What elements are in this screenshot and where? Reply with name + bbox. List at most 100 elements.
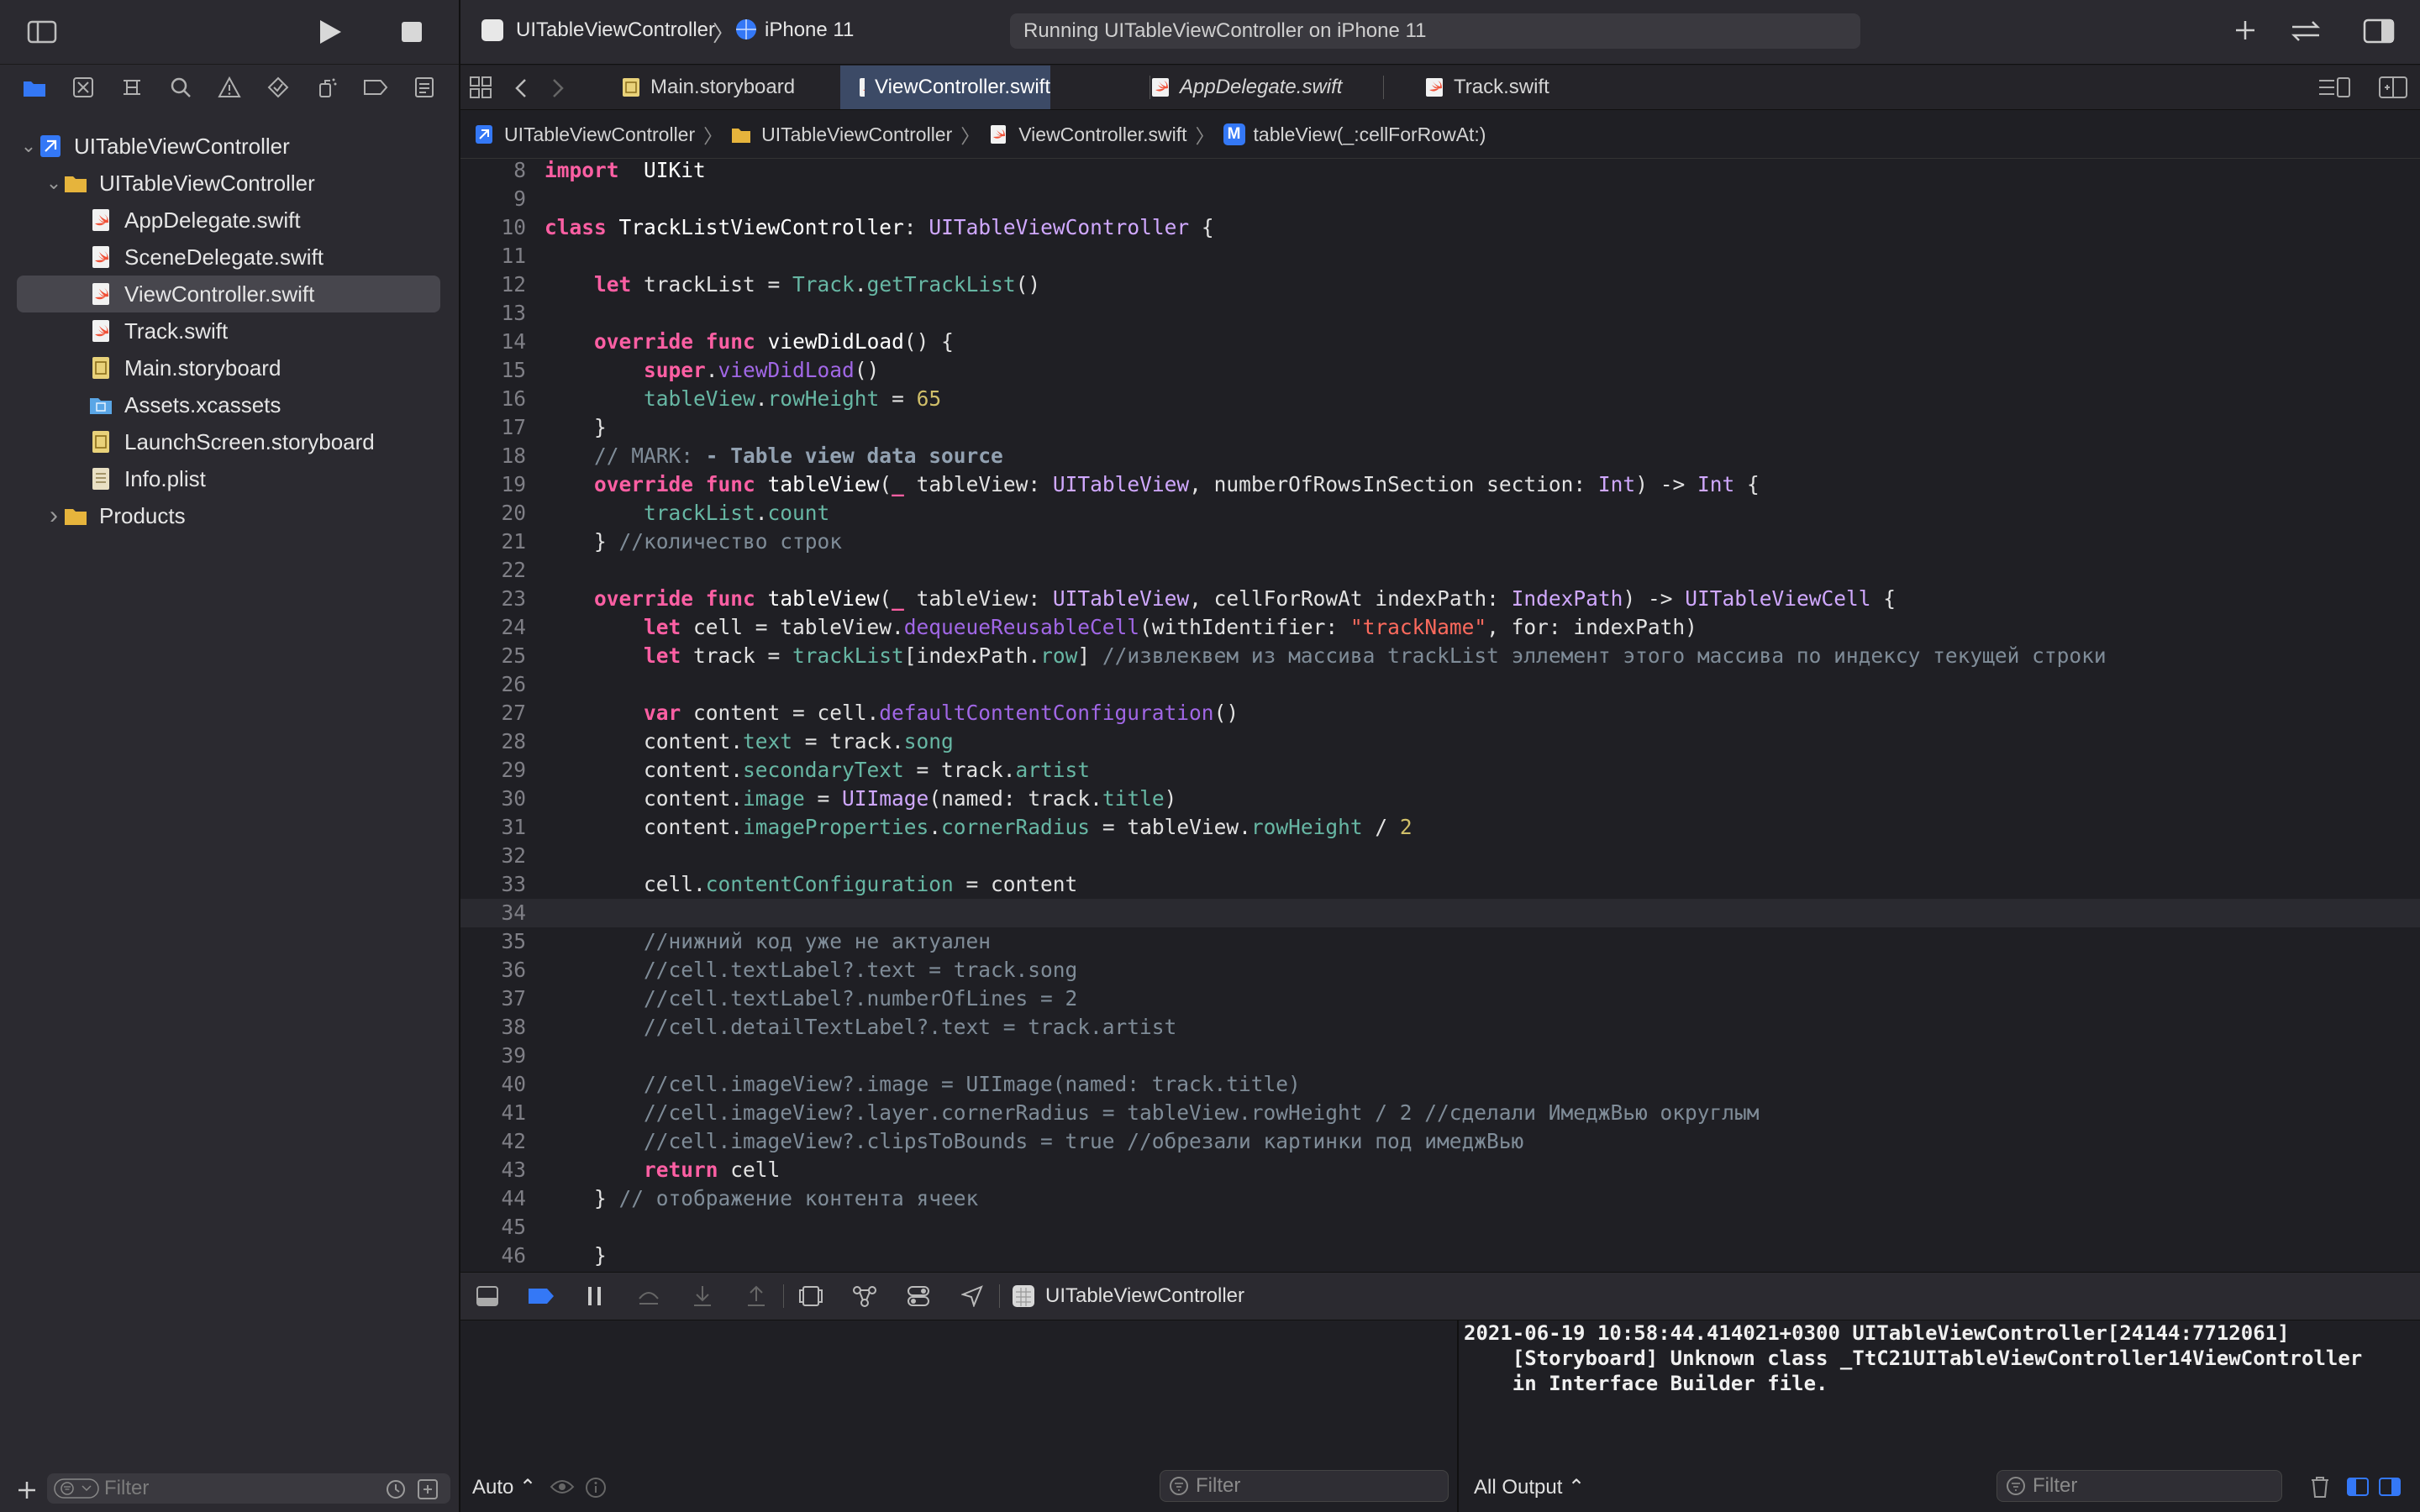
source-control-icon[interactable] — [66, 71, 100, 104]
debug-navigator-spray-icon[interactable] — [310, 71, 344, 104]
add-editor-split-icon[interactable] — [2378, 76, 2408, 99]
code-line[interactable]: 15 super.viewDidLoad() — [460, 356, 2420, 385]
step-into-icon[interactable] — [676, 1273, 729, 1320]
disclosure-expanded-icon[interactable]: ⌄ — [18, 135, 39, 157]
code-line[interactable]: 35 //нижний код уже не актуален — [460, 927, 2420, 956]
code-line[interactable]: 19 override func tableView(_ tableView: … — [460, 470, 2420, 499]
info-icon[interactable] — [585, 1477, 607, 1499]
variables-filter-field[interactable]: Filter — [1160, 1470, 1449, 1502]
code-line[interactable]: 39 — [460, 1042, 2420, 1070]
step-out-icon[interactable] — [729, 1273, 783, 1320]
tab-main-storyboard[interactable]: Main.storyboard — [622, 66, 835, 109]
breadcrumb-project[interactable]: UITableViewController — [474, 123, 695, 146]
project-tree-item[interactable]: ⌄ UITableViewController — [0, 128, 459, 165]
console-filter-field[interactable]: Filter — [1996, 1470, 2282, 1502]
environment-overrides-icon[interactable] — [892, 1273, 945, 1320]
project-tree-item[interactable]: AppDelegate.swift — [0, 202, 459, 239]
code-line[interactable]: 34 — [460, 899, 2420, 927]
hide-debug-area-icon[interactable] — [460, 1273, 514, 1320]
code-line[interactable]: 22 — [460, 556, 2420, 585]
run-icon[interactable] — [318, 18, 343, 45]
navigator-filter-field[interactable]: Filter — [47, 1473, 450, 1504]
code-line[interactable]: 32 — [460, 842, 2420, 870]
project-tree-item[interactable]: Main.storyboard — [0, 349, 459, 386]
report-navigator-icon[interactable] — [408, 71, 441, 104]
stop-icon[interactable] — [400, 20, 424, 44]
project-tree-item[interactable]: ⌄ UITableViewController — [0, 165, 459, 202]
tab-viewcontroller-swift[interactable]: ViewController.swift — [840, 66, 1050, 109]
code-line[interactable]: 45 — [460, 1213, 2420, 1242]
forward-chevron-icon[interactable] — [550, 77, 566, 99]
find-navigator-magnifier-icon[interactable] — [164, 71, 197, 104]
console-view[interactable]: 2021-06-19 10:58:44.414021+0300 UITableV… — [1459, 1320, 2420, 1512]
add-icon[interactable] — [17, 1480, 37, 1500]
debug-view-hierarchy-icon[interactable] — [784, 1273, 838, 1320]
code-line[interactable]: 38 //cell.detailTextLabel?.text = track.… — [460, 1013, 2420, 1042]
disclosure-expanded-icon[interactable]: ⌄ — [44, 172, 64, 194]
tab-appdelegate-swift[interactable]: AppDelegate.swift — [1151, 66, 1428, 109]
code-line[interactable]: 9 — [460, 185, 2420, 213]
source-control-filter-icon[interactable] — [417, 1478, 439, 1500]
code-line[interactable]: 11 — [460, 242, 2420, 270]
scheme-name[interactable]: UITableViewController — [516, 18, 715, 42]
back-chevron-icon[interactable] — [513, 77, 529, 99]
issue-navigator-warning-icon[interactable] — [213, 71, 246, 104]
code-line[interactable]: 13 — [460, 299, 2420, 328]
code-line[interactable]: 21 } //количество строк — [460, 528, 2420, 556]
library-add-icon[interactable] — [2233, 18, 2257, 42]
variables-scope-select[interactable]: Auto ⌃ — [472, 1475, 536, 1499]
debug-target-label[interactable]: UITableViewController — [1045, 1284, 1244, 1308]
code-line[interactable]: 33 cell.contentConfiguration = content — [460, 870, 2420, 899]
code-line[interactable]: 37 //cell.textLabel?.numberOfLines = 2 — [460, 984, 2420, 1013]
code-line[interactable]: 25 let track = trackList[indexPath.row] … — [460, 642, 2420, 670]
disclosure-collapsed-icon[interactable]: › — [44, 501, 64, 530]
symbol-navigator-icon[interactable] — [115, 71, 149, 104]
tab-track-swift[interactable]: Track.swift — [1425, 66, 1617, 109]
breadcrumb-method[interactable]: M tableView(_:cellForRowAt:) — [1223, 123, 1486, 146]
code-line[interactable]: 43 return cell — [460, 1156, 2420, 1184]
code-line[interactable]: 46 } — [460, 1242, 2420, 1270]
project-navigator-folder-icon[interactable] — [18, 71, 51, 104]
code-line[interactable]: 30 content.image = UIImage(named: track.… — [460, 785, 2420, 813]
step-over-icon[interactable] — [622, 1273, 676, 1320]
code-line[interactable]: 23 override func tableView(_ tableView: … — [460, 585, 2420, 613]
device-name[interactable]: iPhone 11 — [765, 18, 854, 42]
code-line[interactable]: 40 //cell.imageView?.image = UIImage(nam… — [460, 1070, 2420, 1099]
trash-icon[interactable] — [2309, 1475, 2331, 1499]
code-line[interactable]: 36 //cell.textLabel?.text = track.song — [460, 956, 2420, 984]
code-line[interactable]: 29 content.secondaryText = track.artist — [460, 756, 2420, 785]
code-line[interactable]: 41 //cell.imageView?.layer.cornerRadius … — [460, 1099, 2420, 1127]
project-tree-item[interactable]: Track.swift — [0, 312, 459, 349]
eye-quicklook-icon[interactable] — [550, 1477, 575, 1497]
code-line[interactable]: 8 import UIKit — [460, 160, 2420, 185]
breakpoints-toggle-icon[interactable] — [514, 1273, 568, 1320]
code-line[interactable]: 10 class TrackListViewController: UITable… — [460, 213, 2420, 242]
inspector-toggle-icon[interactable] — [2363, 18, 2395, 44]
code-review-arrows-icon[interactable] — [2289, 18, 2323, 44]
recent-files-clock-icon[interactable] — [385, 1478, 407, 1500]
editor-options-icon[interactable] — [2317, 76, 2351, 99]
project-tree-item[interactable]: › Products — [0, 497, 459, 534]
project-tree-item[interactable]: LaunchScreen.storyboard — [0, 423, 459, 460]
code-line[interactable]: 20 trackList.count — [460, 499, 2420, 528]
project-tree-item[interactable]: SceneDelegate.swift — [0, 239, 459, 276]
show-variables-view-icon[interactable] — [2346, 1477, 2370, 1497]
pause-icon[interactable] — [568, 1273, 622, 1320]
code-line[interactable]: 12 let trackList = Track.getTrackList() — [460, 270, 2420, 299]
breadcrumb-folder[interactable]: UITableViewController — [731, 123, 952, 146]
code-line[interactable]: 31 content.imageProperties.cornerRadius … — [460, 813, 2420, 842]
show-console-view-icon[interactable] — [2378, 1477, 2402, 1497]
grid-related-items-icon[interactable] — [469, 76, 492, 99]
code-line[interactable]: 14 override func viewDidLoad() { — [460, 328, 2420, 356]
test-navigator-diamond-icon[interactable] — [261, 71, 295, 104]
filter-options-icon[interactable] — [54, 1478, 99, 1499]
project-tree-item[interactable]: Info.plist — [0, 460, 459, 497]
project-tree-item[interactable]: ViewController.swift — [0, 276, 459, 312]
code-line[interactable]: 17 } — [460, 413, 2420, 442]
debug-memory-graph-icon[interactable] — [838, 1273, 892, 1320]
breadcrumb-file[interactable]: ViewController.swift — [988, 123, 1187, 146]
code-line[interactable]: 27 var content = cell.defaultContentConf… — [460, 699, 2420, 727]
code-line[interactable]: 44 } // отображение контента ячеек — [460, 1184, 2420, 1213]
code-line[interactable]: 28 content.text = track.song — [460, 727, 2420, 756]
code-line[interactable]: 18 // MARK: - Table view data source — [460, 442, 2420, 470]
